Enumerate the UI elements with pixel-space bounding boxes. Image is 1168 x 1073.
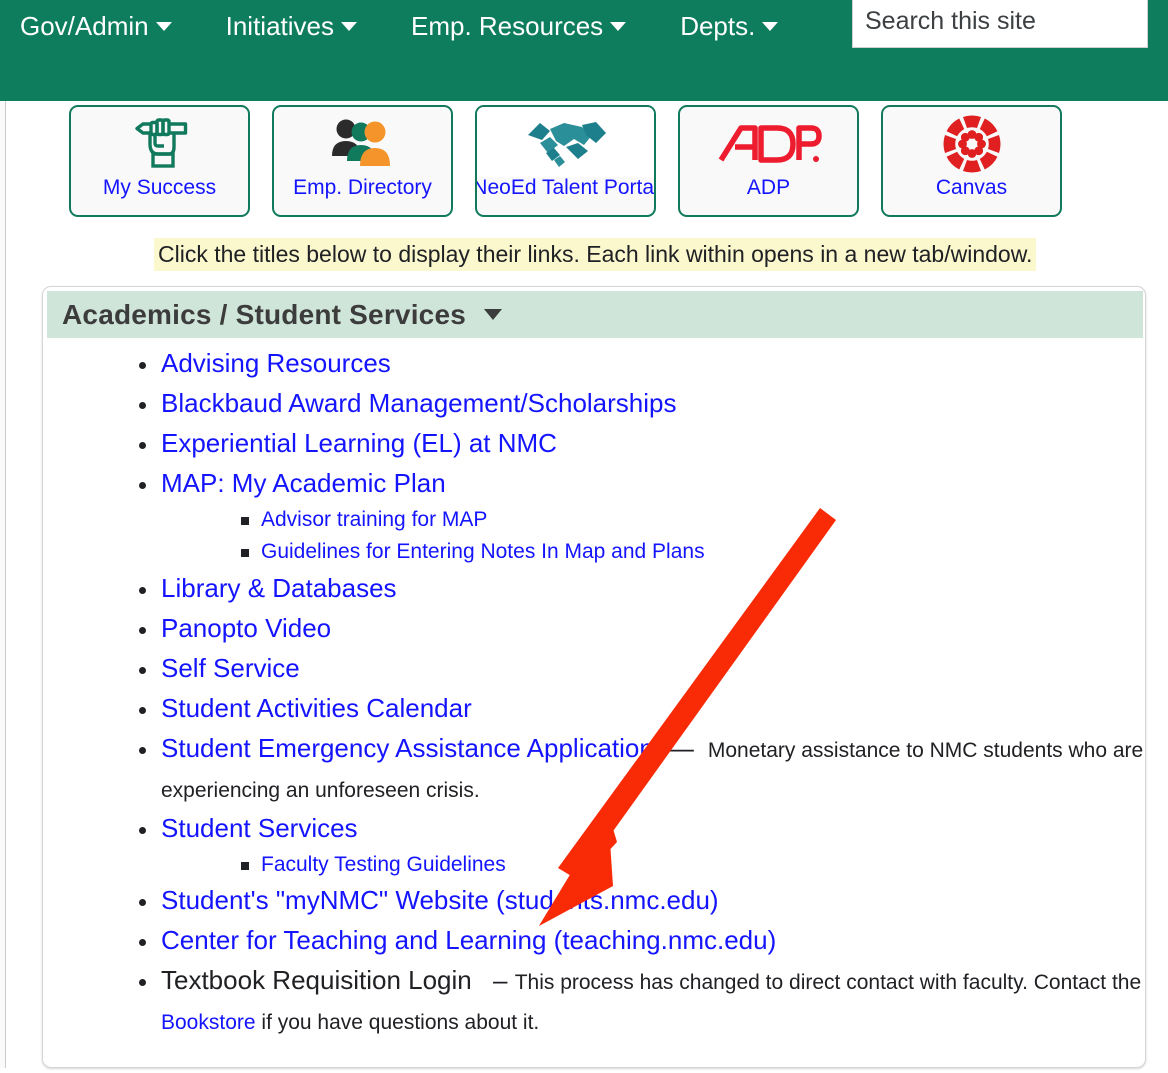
nav-item-list: Gov/Admin Initiatives Emp. Resources Dep… — [0, 0, 818, 52]
link-bookstore[interactable]: Bookstore — [161, 1011, 256, 1034]
chevron-down-icon — [341, 21, 357, 31]
link-student-services[interactable]: Student Services — [161, 813, 358, 843]
list-item: Blackbaud Award Management/Scholarships — [139, 384, 1145, 424]
link-faculty-testing-guidelines[interactable]: Faculty Testing Guidelines — [261, 853, 506, 876]
link-student-emergency-assistance[interactable]: Student Emergency Assistance Application — [161, 733, 654, 763]
chevron-down-icon — [610, 21, 627, 31]
link-list-container: Advising Resources Blackbaud Award Manag… — [43, 344, 1145, 1041]
link-student-activities-calendar[interactable]: Student Activities Calendar — [161, 693, 472, 723]
tile-label: ADP — [746, 176, 791, 199]
list-item: Panopto Video — [139, 609, 1145, 649]
list-item: Textbook Requisition Login – This proces… — [139, 961, 1145, 1041]
instruction-notice: Click the titles below to display their … — [154, 238, 1037, 271]
link-center-for-teaching-and-learning[interactable]: Center for Teaching and Learning (teachi… — [161, 925, 776, 955]
sub-link-list: Advisor training for MAP Guidelines for … — [161, 504, 1145, 569]
link-map-my-academic-plan[interactable]: MAP: My Academic Plan — [161, 468, 446, 498]
nav-item-initiatives[interactable]: Initiatives — [212, 13, 371, 39]
tile-label: NeoEd Talent Portal — [475, 176, 656, 199]
list-item: Student's "myNMC" Website (students.nmc.… — [139, 881, 1145, 921]
fist-holding-pencil-icon — [71, 107, 248, 177]
nav-item-label: Emp. Resources — [411, 11, 604, 41]
link-blackbaud-award-management[interactable]: Blackbaud Award Management/Scholarships — [161, 388, 677, 418]
en-dash: – — [493, 965, 508, 996]
link-advisor-training-for-map[interactable]: Advisor training for MAP — [261, 508, 487, 531]
list-item: Advising Resources — [139, 344, 1145, 384]
nav-item-label: Gov/Admin — [20, 11, 149, 41]
list-item: Library & Databases — [139, 569, 1145, 609]
link-guidelines-entering-notes[interactable]: Guidelines for Entering Notes In Map and… — [261, 540, 705, 563]
canvas-logo-icon — [883, 107, 1060, 177]
quick-link-tiles: My Success Emp. Directory NeoEd Talent P… — [69, 105, 1062, 217]
accordion-header-academics[interactable]: Academics / Student Services — [47, 291, 1143, 338]
list-item: Center for Teaching and Learning (teachi… — [139, 921, 1145, 961]
nav-item-label: Initiatives — [225, 11, 334, 41]
adp-logo-icon — [680, 107, 857, 177]
tile-label: Emp. Directory — [293, 176, 432, 199]
link-advising-resources[interactable]: Advising Resources — [161, 348, 391, 378]
nav-item-gov-admin[interactable]: Gov/Admin — [6, 13, 186, 39]
primary-link-list: Advising Resources Blackbaud Award Manag… — [43, 344, 1145, 1041]
list-item: MAP: My Academic Plan Advisor training f… — [139, 464, 1145, 569]
tile-emp-directory[interactable]: Emp. Directory — [272, 105, 453, 217]
chevron-down-icon — [155, 21, 172, 31]
list-item: Student Activities Calendar — [139, 689, 1145, 729]
search-input[interactable] — [853, 5, 1147, 37]
nav-item-depts[interactable]: Depts. — [666, 13, 792, 39]
nav-item-label: Depts. — [680, 11, 756, 41]
link-library-databases[interactable]: Library & Databases — [161, 573, 397, 603]
list-item: Student Emergency Assistance Application… — [139, 729, 1145, 809]
list-item: Faculty Testing Guidelines — [241, 849, 1145, 882]
content-column: My Success Emp. Directory NeoEd Talent P… — [5, 101, 1168, 1068]
nav-item-emp-resources[interactable]: Emp. Resources — [397, 13, 640, 39]
accordion-title: Academics / Student Services — [62, 298, 466, 330]
handshake-icon — [477, 107, 654, 177]
chevron-down-icon — [762, 21, 779, 31]
link-self-service[interactable]: Self Service — [161, 653, 300, 683]
tile-neoed-talent-portal[interactable]: NeoEd Talent Portal — [475, 105, 656, 217]
chevron-down-icon — [484, 309, 502, 320]
tile-label: Canvas — [935, 176, 1008, 199]
link-panopto-video[interactable]: Panopto Video — [161, 613, 331, 643]
link-students-mynmc-website[interactable]: Student's "myNMC" Website (students.nmc.… — [161, 885, 719, 915]
people-group-icon — [274, 107, 451, 177]
textbook-description-part-2: if you have questions about it. — [255, 1011, 540, 1035]
list-item: Student Services Faculty Testing Guideli… — [139, 809, 1145, 882]
textbook-description-part-1: This process has changed to direct conta… — [514, 971, 1142, 995]
tile-canvas[interactable]: Canvas — [881, 105, 1062, 217]
em-dash: — — [667, 732, 694, 763]
page-body: My Success Emp. Directory NeoEd Talent P… — [0, 101, 1168, 1068]
tile-label: My Success — [102, 176, 217, 199]
accordion-card-academics: Academics / Student Services Advising Re… — [42, 286, 1146, 1068]
top-navigation-bar: Gov/Admin Initiatives Emp. Resources Dep… — [0, 0, 1168, 101]
list-item: Self Service — [139, 649, 1145, 689]
tile-adp[interactable]: ADP — [678, 105, 859, 217]
list-item: Guidelines for Entering Notes In Map and… — [241, 536, 1145, 569]
sub-link-list: Faculty Testing Guidelines — [161, 849, 1145, 882]
link-experiential-learning[interactable]: Experiential Learning (EL) at NMC — [161, 428, 557, 458]
textbook-requisition-label: Textbook Requisition Login — [161, 965, 472, 996]
site-search-box[interactable] — [852, 0, 1148, 48]
list-item: Experiential Learning (EL) at NMC — [139, 424, 1145, 464]
list-item: Advisor training for MAP — [241, 504, 1145, 537]
tile-my-success[interactable]: My Success — [69, 105, 250, 217]
